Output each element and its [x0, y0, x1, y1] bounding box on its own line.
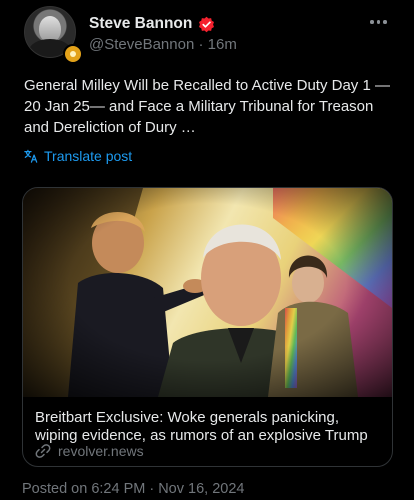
author-name-row[interactable]: Steve Bannon: [89, 15, 215, 33]
link-card-domain-row: revolver.news: [35, 443, 144, 459]
more-options-icon[interactable]: [370, 20, 390, 26]
translate-icon: [24, 149, 38, 163]
affiliate-badge-icon: [63, 44, 83, 64]
post-text: General Milley Will be Recalled to Activ…: [24, 77, 390, 136]
link-card-title[interactable]: Breitbart Exclusive: Woke generals panic…: [35, 409, 380, 445]
translate-post-link[interactable]: Translate post: [24, 148, 132, 164]
link-preview-image[interactable]: [23, 188, 392, 397]
author-handle[interactable]: @SteveBannon: [89, 36, 194, 53]
author-name[interactable]: Steve Bannon: [89, 15, 192, 33]
post-header: Steve Bannon @SteveBannon · 16m: [24, 6, 414, 64]
posted-on-timestamp: Posted on 6:24 PM · Nov 16, 2024: [22, 481, 245, 497]
verified-badge-icon: [199, 16, 215, 32]
separator-dot: ·: [198, 36, 208, 53]
translate-label[interactable]: Translate post: [44, 148, 132, 164]
link-icon: [35, 444, 51, 458]
link-card-domain: revolver.news: [58, 443, 144, 459]
link-preview-card[interactable]: Breitbart Exclusive: Woke generals panic…: [22, 187, 393, 467]
post-time[interactable]: 16m: [208, 36, 237, 53]
author-handle-row: @SteveBannon · 16m: [89, 36, 237, 53]
